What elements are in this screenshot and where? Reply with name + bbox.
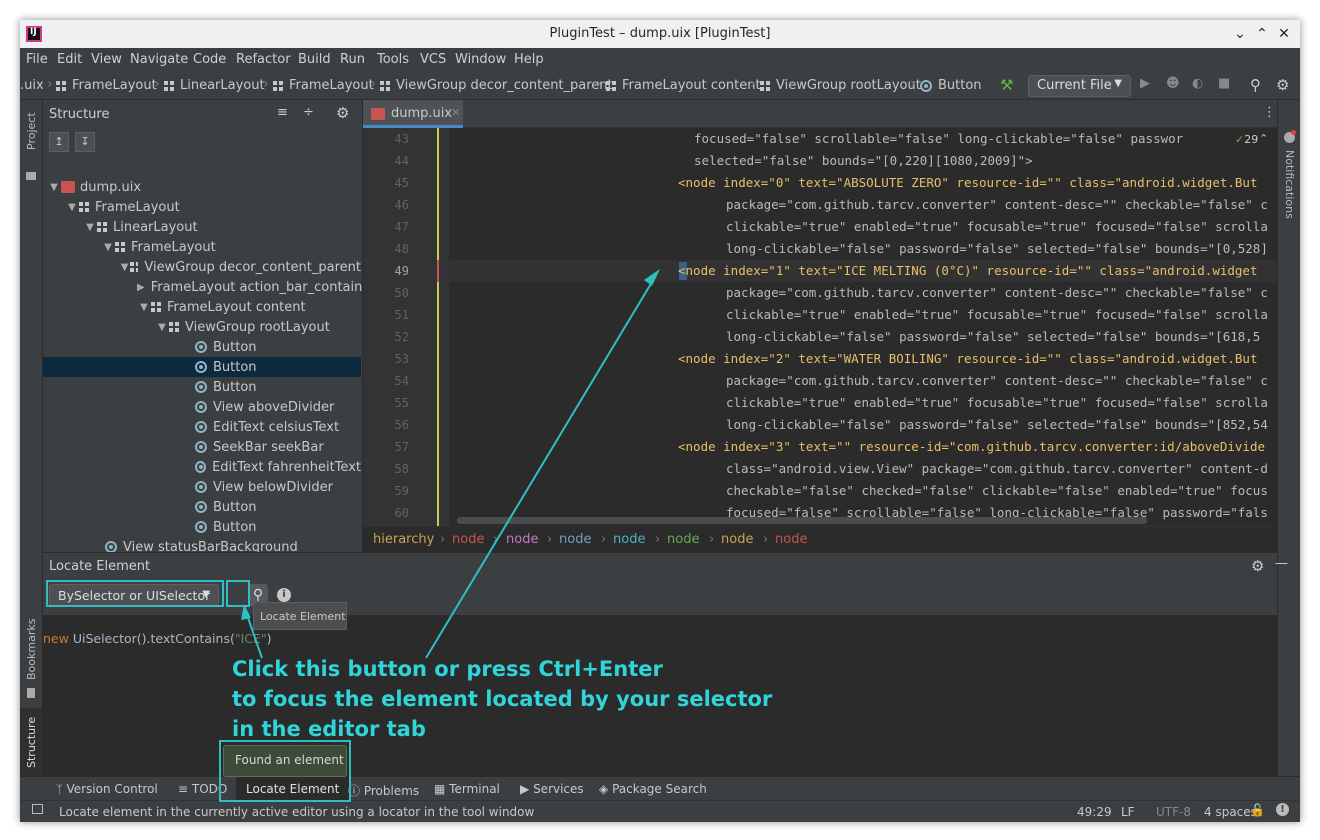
- annotation-line: in the editor tab: [232, 717, 426, 741]
- annotation-arrows: [241, 269, 660, 659]
- annotation-line: to focus the element located by your sel…: [232, 687, 773, 711]
- annotation-line: Click this button or press Ctrl+Enter: [232, 657, 663, 681]
